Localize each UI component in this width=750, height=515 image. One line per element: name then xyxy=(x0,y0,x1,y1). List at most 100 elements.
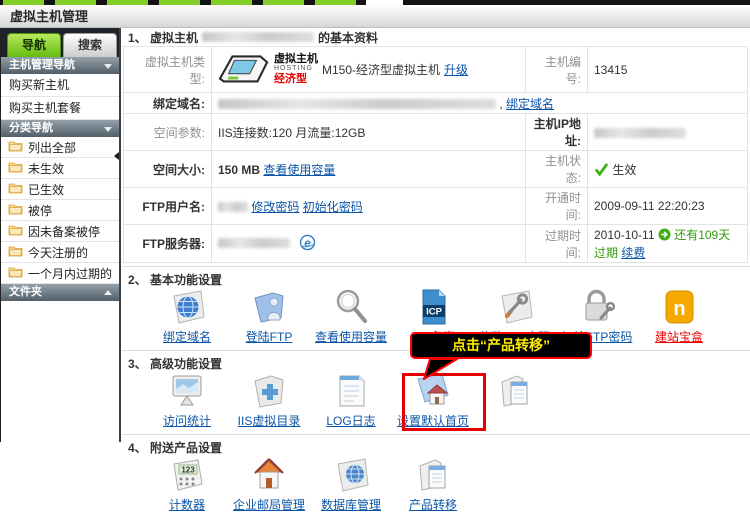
feature-log[interactable]: LOG日志 xyxy=(310,372,392,429)
sidebar-section-category-nav[interactable]: 分类导航 xyxy=(1,120,119,137)
domain-separator: , xyxy=(499,97,502,111)
sidebar-section-label: 主机管理导航 xyxy=(9,59,75,71)
renew-link[interactable]: 续费 xyxy=(621,246,645,260)
page-title: 虚拟主机管理 xyxy=(0,6,750,28)
folder-icon xyxy=(8,245,23,260)
sidebar-item-suspended-no-icp[interactable]: 因未备案被停 xyxy=(1,221,119,242)
feature-hidden-under-callout[interactable] xyxy=(474,372,556,429)
open-time-value: 2009-09-11 22:20:23 xyxy=(588,188,748,225)
feature-enterprise-mail[interactable]: 企业邮局管理 xyxy=(228,456,310,513)
ie-icon[interactable]: e xyxy=(299,234,316,254)
redacted-host-name xyxy=(202,32,314,42)
redacted-ftp-server xyxy=(218,238,290,248)
bind-domain-link[interactable]: 绑定域名 xyxy=(506,97,554,111)
redacted-domain xyxy=(218,99,496,109)
sidebar-item-label: 因未备案被停 xyxy=(28,223,100,240)
sidebar-item-active[interactable]: 已生效 xyxy=(1,179,119,200)
feature-nicebox[interactable]: n 建站宝盒 xyxy=(638,288,720,345)
ftp-user-value-cell: 修改密码 初始化密码 xyxy=(212,188,526,225)
table-row: 空间参数: IIS连接数:120 月流量:12GB 主机IP地址: xyxy=(124,114,748,151)
upgrade-link[interactable]: 升级 xyxy=(444,61,468,78)
feature-label[interactable]: 查看使用容量 xyxy=(315,328,387,345)
expire-time-label: 过期时间: xyxy=(526,225,588,263)
section4-heading: 4、 附送产品设置 xyxy=(122,435,750,454)
chevron-down-icon xyxy=(104,64,112,69)
database-globe-icon xyxy=(331,456,371,494)
ftp-server-label: FTP服务器: xyxy=(124,225,212,263)
sidebar-item-registered-today[interactable]: 今天注册的 xyxy=(1,242,119,263)
sidebar-section-label: 文件夹 xyxy=(9,286,42,298)
sidebar-item-list-all[interactable]: 列出全部 xyxy=(1,137,119,158)
feature-visit-stats[interactable]: 访问统计 xyxy=(146,372,228,429)
feature-label[interactable]: 建站宝盒 xyxy=(655,328,703,345)
folder-icon xyxy=(8,266,23,281)
sidebar-item-buy-host-package[interactable]: 购买主机套餐 xyxy=(1,97,119,120)
sidebar-item-label: 未生效 xyxy=(28,160,64,177)
magnifier-icon xyxy=(331,288,371,326)
svg-text:n: n xyxy=(673,298,685,320)
annotation-callout-tail xyxy=(418,358,460,383)
sidebar-item-label: 一个月内过期的 xyxy=(28,265,112,282)
sidebar-item-buy-new-host[interactable]: 购买新主机 xyxy=(1,74,119,97)
feature-label[interactable]: LOG日志 xyxy=(326,412,375,429)
space-size-value: 150 MB xyxy=(218,163,260,177)
monitor-icon xyxy=(167,372,207,410)
folder-icon xyxy=(8,224,23,239)
chevron-down-icon xyxy=(104,127,112,132)
feature-counter[interactable]: 123 计数器 xyxy=(146,456,228,513)
tab-navigation[interactable]: 导航 xyxy=(7,33,61,57)
sidebar-section-folders[interactable]: 文件夹 xyxy=(1,284,119,301)
folder-icon xyxy=(8,203,23,218)
feature-label[interactable]: IIS虚拟目录 xyxy=(238,412,301,429)
tab-search[interactable]: 搜索 xyxy=(63,33,117,57)
folder-plus-icon xyxy=(249,372,289,410)
nicebox-icon: n xyxy=(659,288,699,326)
feature-label[interactable]: 计数器 xyxy=(169,496,205,513)
sidebar-tabs: 导航 搜索 xyxy=(1,28,119,57)
feature-product-transfer[interactable]: 产品转移 xyxy=(392,456,474,513)
folder-icon xyxy=(8,140,23,155)
feature-label[interactable]: 登陆FTP xyxy=(246,328,293,345)
sidebar: 导航 搜索 主机管理导航 购买新主机 购买主机套餐 分类导航 列出全部 未生效 … xyxy=(0,28,119,442)
sidebar-item-label: 列出全部 xyxy=(28,139,76,156)
documents-icon xyxy=(495,372,535,410)
ftp-user-label: FTP用户名: xyxy=(124,188,212,225)
hosting-logo-text: 虚拟主机 HOSTING 经济型 xyxy=(274,54,318,85)
section1-heading-suffix: 的基本资料 xyxy=(318,29,378,46)
bind-domain-value-cell: , 绑定域名 xyxy=(212,93,748,114)
expire-date: 2010-10-11 xyxy=(594,228,655,242)
globe-icon xyxy=(167,288,207,326)
sidebar-item-suspended[interactable]: 被停 xyxy=(1,200,119,221)
icp-document-icon: ICP xyxy=(413,288,453,326)
section1-heading: 1、 虚拟主机 的基本资料 xyxy=(122,28,750,46)
sidebar-item-label: 今天注册的 xyxy=(28,244,88,261)
view-usage-link[interactable]: 查看使用容量 xyxy=(263,163,335,177)
feature-label[interactable]: 绑定域名 xyxy=(163,328,211,345)
feature-database-manage[interactable]: 数据库管理 xyxy=(310,456,392,513)
sidebar-section-host-management[interactable]: 主机管理导航 xyxy=(1,57,119,74)
feature-label[interactable]: 企业邮局管理 xyxy=(233,496,305,513)
feature-view-usage[interactable]: 查看使用容量 xyxy=(310,288,392,345)
space-params-label: 空间参数: xyxy=(124,114,212,151)
feature-label[interactable]: 产品转移 xyxy=(409,496,457,513)
feature-label[interactable]: 访问统计 xyxy=(163,412,211,429)
sidebar-item-expiring-in-month[interactable]: 一个月内过期的 xyxy=(1,263,119,284)
feature-iis-virtual-dir[interactable]: IIS虚拟目录 xyxy=(228,372,310,429)
sidebar-collapse-icon[interactable] xyxy=(114,152,119,160)
feature-bind-domain[interactable]: 绑定域名 xyxy=(146,288,228,345)
section-bundled-products: 4、 附送产品设置 123 计数器 企业邮局管理 数据库管理 产品转移 xyxy=(122,434,750,515)
wrench-icon xyxy=(495,288,535,326)
host-status-value: 生效 xyxy=(612,163,636,177)
table-row: 空间大小: 150 MB 查看使用容量 主机状态: 生效 xyxy=(124,151,748,188)
sidebar-item-not-active[interactable]: 未生效 xyxy=(1,158,119,179)
mail-house-icon xyxy=(249,456,289,494)
chevron-up-icon xyxy=(104,290,112,295)
feature-login-ftp[interactable]: 登陆FTP xyxy=(228,288,310,345)
host-type-label: 虚拟主机类型: xyxy=(124,47,212,93)
init-password-link[interactable]: 初始化密码 xyxy=(303,200,363,214)
table-row: FTP用户名: 修改密码 初始化密码 开通时间: 2009-09-11 22:2… xyxy=(124,188,748,225)
feature-label[interactable]: 数据库管理 xyxy=(321,496,381,513)
change-password-link[interactable]: 修改密码 xyxy=(251,200,299,214)
hosting-laptop-icon xyxy=(218,48,270,91)
annotation-callout: 点击“产品转移” xyxy=(410,332,592,359)
